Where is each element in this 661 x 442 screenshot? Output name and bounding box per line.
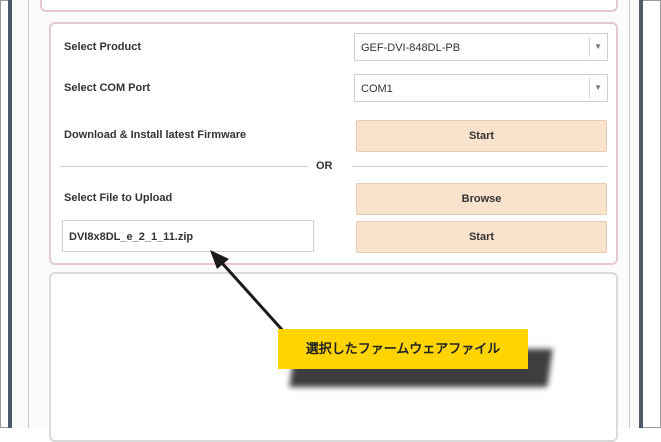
browse-button[interactable]: Browse: [356, 183, 607, 215]
select-product-dropdown[interactable]: GEF-DVI-848DL-PB ▼: [354, 33, 608, 61]
upload-start-button[interactable]: Start: [356, 221, 607, 253]
download-install-label: Download & Install latest Firmware: [64, 129, 247, 141]
content-edge-left: [28, 0, 29, 428]
content-edge-right: [629, 0, 630, 428]
chevron-down-icon[interactable]: ▼: [594, 83, 602, 92]
top-panel: [40, 0, 618, 12]
window-frame-right: [639, 0, 643, 428]
or-divider-left: [60, 166, 308, 167]
dropdown-separator: [589, 37, 590, 57]
selected-file-field[interactable]: DVI8x8DL_e_2_1_11.zip: [62, 220, 314, 252]
select-product-value: GEF-DVI-848DL-PB: [361, 42, 461, 54]
select-file-label: Select File to Upload: [64, 192, 173, 204]
dropdown-separator: [589, 78, 590, 98]
annotation-callout: 選択したファームウェアファイル: [278, 329, 528, 369]
select-product-label: Select Product: [64, 41, 142, 53]
select-com-port-dropdown[interactable]: COM1 ▼: [354, 74, 608, 102]
download-start-button[interactable]: Start: [356, 120, 607, 152]
selected-file-name: DVI8x8DL_e_2_1_11.zip: [69, 231, 194, 243]
or-label: OR: [316, 160, 333, 172]
chevron-down-icon[interactable]: ▼: [594, 42, 602, 51]
or-divider-right: [352, 166, 607, 167]
window-frame-left: [8, 0, 12, 428]
select-com-port-label: Select COM Port: [64, 82, 151, 94]
select-com-port-value: COM1: [361, 83, 393, 95]
